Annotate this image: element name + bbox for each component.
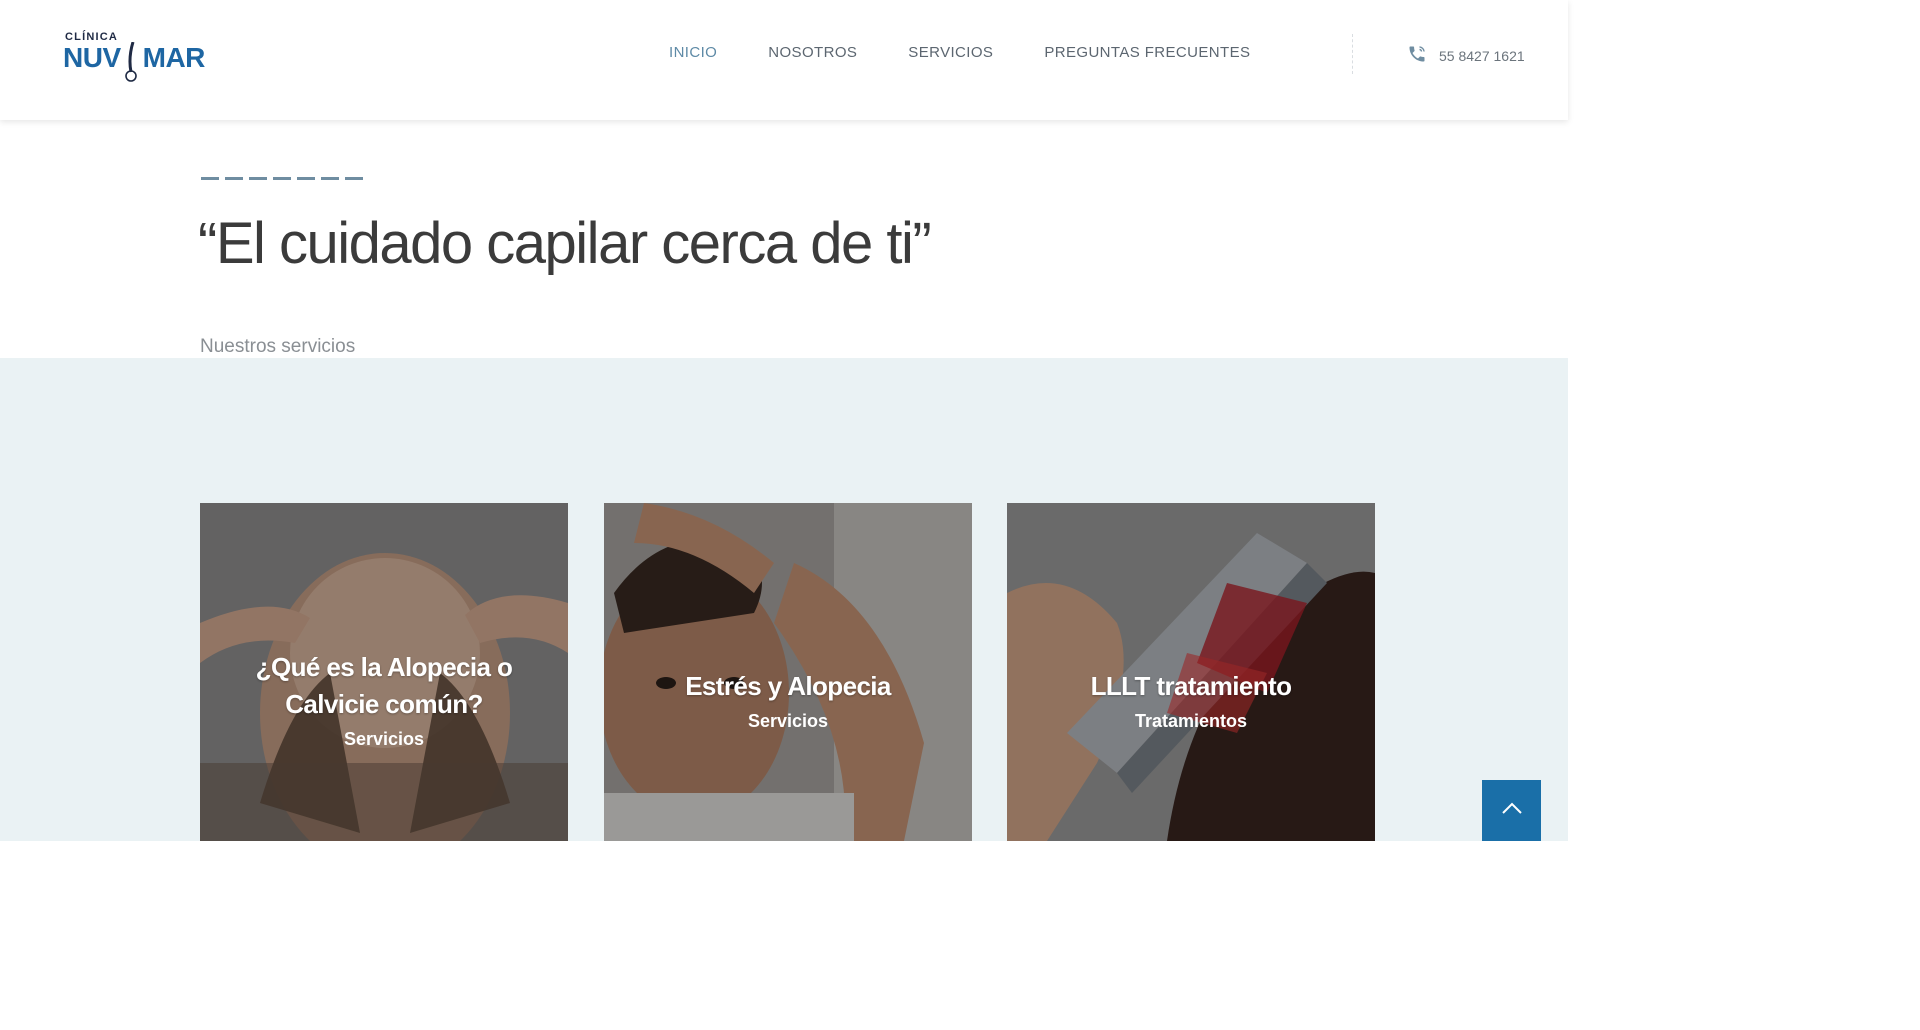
hair-follicle-icon bbox=[121, 41, 143, 82]
section-label: Nuestros servicios bbox=[200, 336, 356, 357]
nav-item-servicios[interactable]: SERVICIOS bbox=[908, 44, 993, 61]
nav-item-inicio[interactable]: INICIO bbox=[669, 44, 717, 61]
hero-title: “El cuidado capilar cerca de ti” bbox=[198, 211, 932, 276]
logo-left-text: NUV bbox=[63, 42, 121, 73]
scroll-to-top-button[interactable] bbox=[1482, 780, 1541, 841]
service-card-estres[interactable]: Estrés y Alopecia Servicios bbox=[604, 503, 972, 841]
logo-wordmark: NUV MAR bbox=[63, 41, 206, 82]
service-card-alopecia[interactable]: ¿Qué es la Alopecia o Calvicie común? Se… bbox=[200, 503, 568, 841]
card-content: ¿Qué es la Alopecia o Calvicie común? Se… bbox=[200, 649, 568, 750]
card-content: Estrés y Alopecia Servicios bbox=[604, 668, 972, 732]
logo-right-text: MAR bbox=[142, 42, 206, 73]
main-nav: INICIO NOSOTROS SERVICIOS PREGUNTAS FREC… bbox=[669, 44, 1301, 61]
card-title[interactable]: LLLT tratamiento bbox=[1007, 668, 1375, 705]
nav-divider bbox=[1352, 34, 1353, 74]
card-category[interactable]: Servicios bbox=[200, 729, 568, 750]
card-category[interactable]: Servicios bbox=[604, 711, 972, 732]
card-title[interactable]: Estrés y Alopecia bbox=[604, 668, 972, 705]
nav-item-nosotros[interactable]: NOSOTROS bbox=[768, 44, 857, 61]
card-title-line1[interactable]: ¿Qué es la Alopecia o bbox=[200, 649, 568, 686]
site-header: CLÍNICA NUV MAR INICIO NOSOTROS SERVICIOS… bbox=[0, 0, 1568, 120]
chevron-up-icon bbox=[1501, 801, 1523, 820]
service-card-lllt[interactable]: LLLT tratamiento Tratamientos bbox=[1007, 503, 1375, 841]
card-category[interactable]: Tratamientos bbox=[1007, 711, 1375, 732]
phone-icon bbox=[1407, 44, 1439, 67]
clinic-logo[interactable]: CLÍNICA NUV MAR bbox=[63, 30, 208, 86]
phone-link[interactable]: 55 8427 1621 bbox=[1407, 44, 1525, 67]
decorative-dashes bbox=[201, 177, 363, 180]
card-content: LLLT tratamiento Tratamientos bbox=[1007, 668, 1375, 732]
nav-item-preguntas-frecuentes[interactable]: PREGUNTAS FRECUENTES bbox=[1044, 44, 1250, 61]
phone-number: 55 8427 1621 bbox=[1439, 47, 1525, 64]
card-title-line2[interactable]: Calvicie común? bbox=[200, 686, 568, 723]
